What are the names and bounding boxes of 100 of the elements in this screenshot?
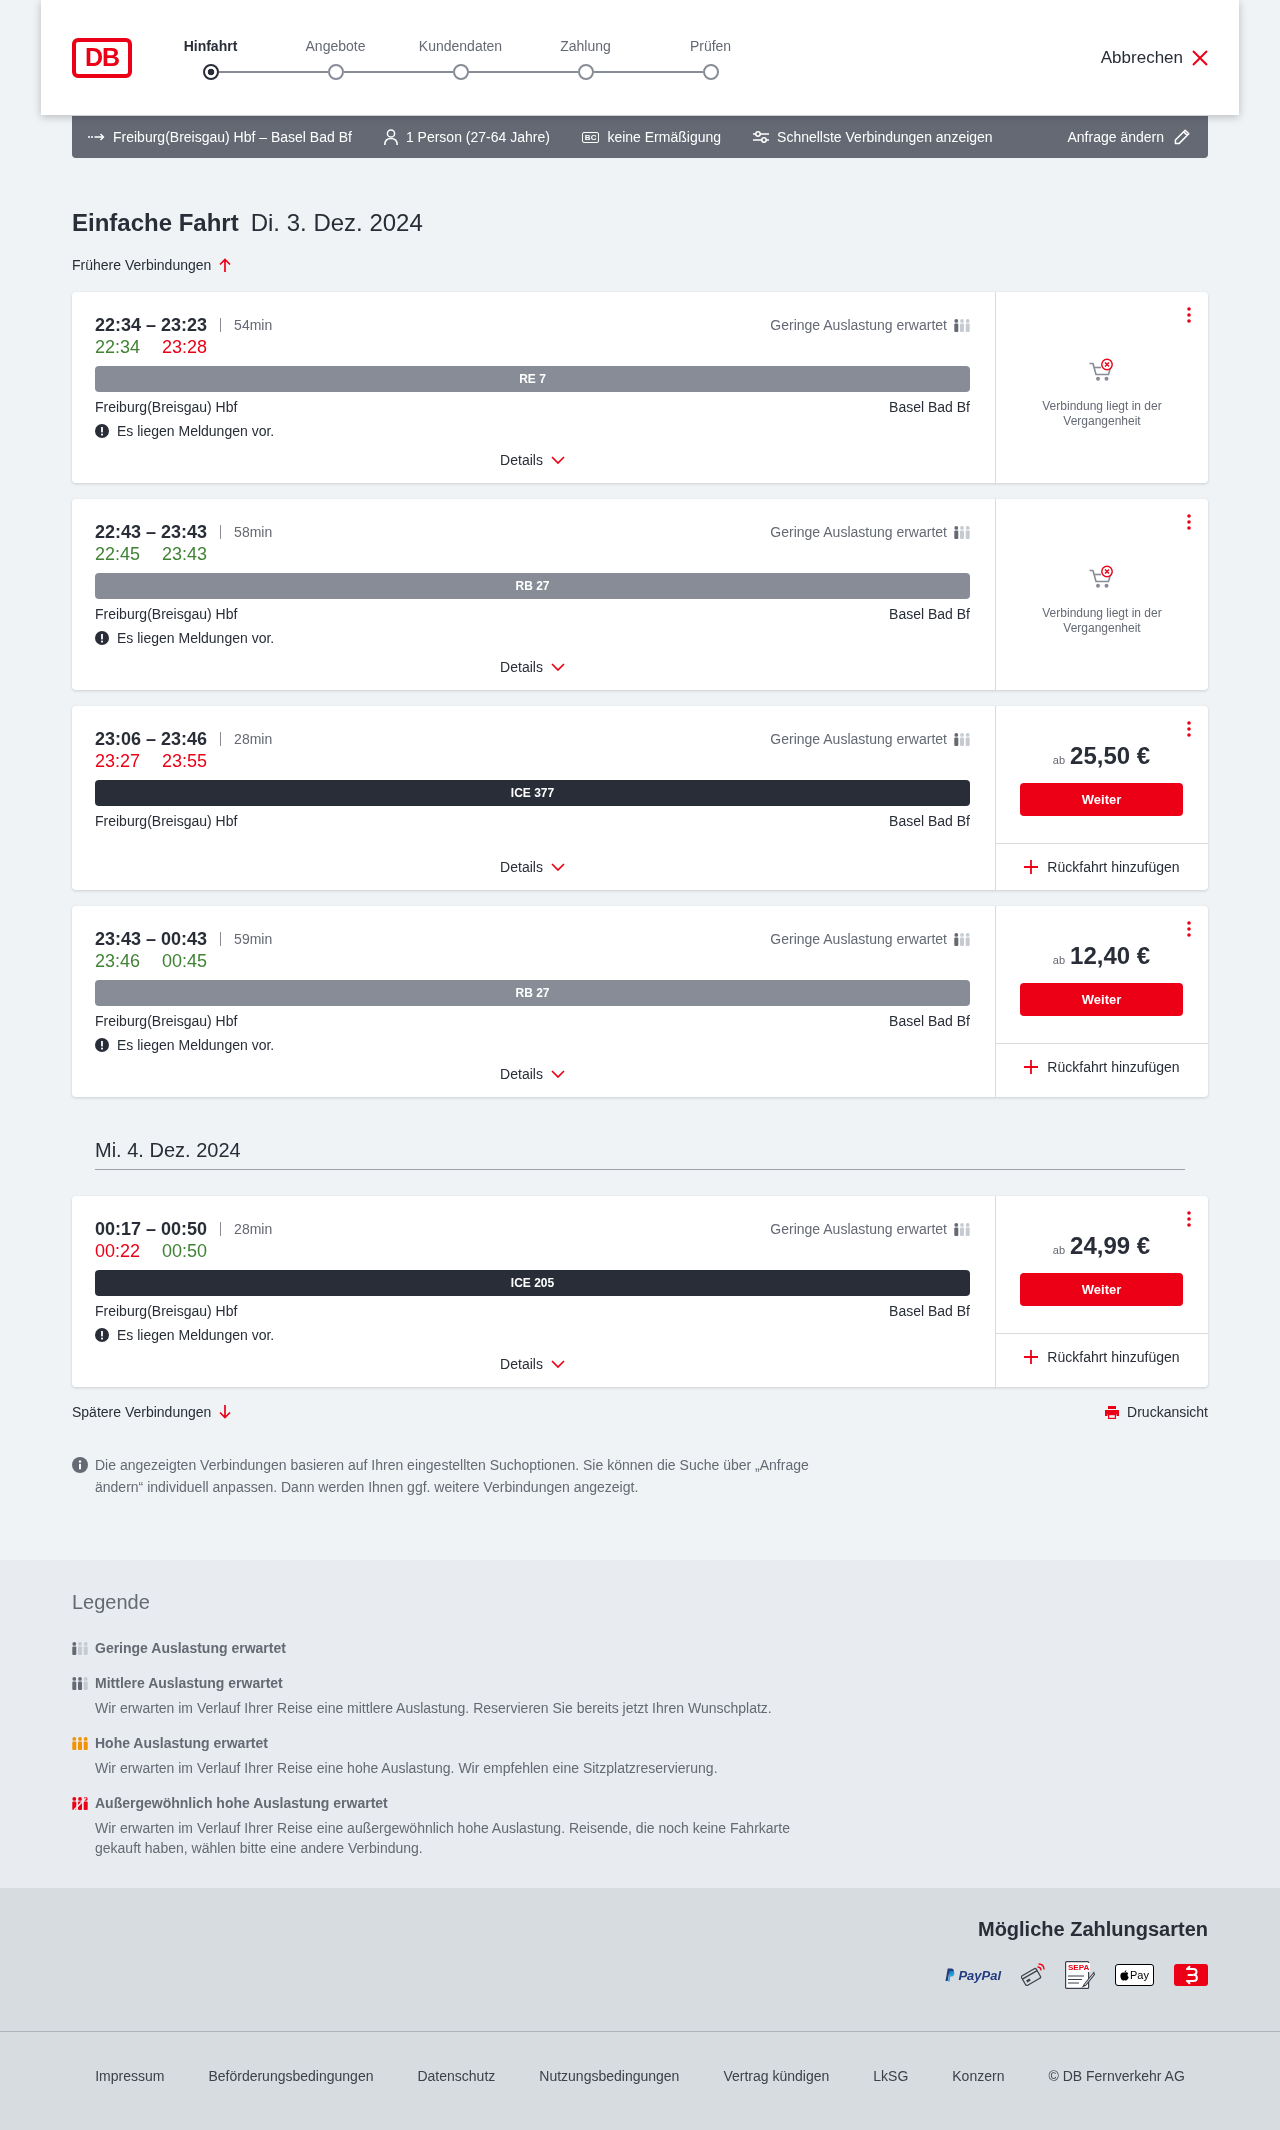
query-text: 1 Person (27-64 Jahre) — [405, 128, 550, 147]
price-amount: 24,99 € — [1070, 1231, 1151, 1261]
paypal-wordmark: PayPal — [958, 1967, 1002, 1983]
realtime-text: 22:45 — [95, 543, 141, 566]
date-heading: Mi. 4. Dez. 2024 — [95, 1136, 1185, 1170]
footer-link[interactable]: LkSG — [873, 2066, 909, 2086]
connection-times: 00:17 – 00:50 — [95, 1218, 208, 1240]
footer-link[interactable]: Impressum — [95, 2066, 165, 2086]
occupancy-icon — [72, 1676, 88, 1690]
more-options-icon — [1187, 307, 1191, 323]
pencil-icon — [1174, 129, 1190, 145]
plus-icon — [1024, 1060, 1039, 1074]
step-label: Hinfahrt — [183, 36, 238, 56]
details-button[interactable]: Details — [500, 657, 565, 677]
departure-station: Freiburg(Breisgau) Hbf — [95, 812, 238, 831]
occupancy-text: Geringe Auslastung erwartet — [770, 731, 947, 747]
message-text: Es liegen Meldungen vor. — [117, 1326, 275, 1345]
add-return-button[interactable]: Rückfahrt hinzufügen — [996, 1333, 1208, 1380]
exclamation-icon — [95, 631, 109, 645]
duration-text: 58min — [220, 525, 273, 539]
train-bar: RB 27 — [95, 980, 970, 1006]
legend-title: Legende — [72, 1590, 151, 1615]
occupancy-icon — [954, 732, 970, 746]
arrival-station: Basel Bad Bf — [889, 1302, 970, 1321]
footer-link[interactable]: Vertrag kündigen — [723, 2066, 830, 2086]
more-options-icon — [1187, 514, 1191, 530]
info-icon — [72, 1457, 88, 1473]
paypal-p-icon — [944, 1968, 956, 1982]
price-prefix: ab — [1052, 1244, 1066, 1256]
add-return-button[interactable]: Rückfahrt hinzufügen — [996, 843, 1208, 890]
past-connection-note: Verbindung liegt in der Vergangenheit — [1041, 399, 1163, 429]
legend-item-title: Mittlere Auslastung erwartet — [95, 1674, 284, 1693]
db-logo: DB — [72, 37, 132, 78]
continue-button[interactable]: Weiter — [1020, 1273, 1183, 1306]
footer-link[interactable]: Nutzungsbedingungen — [539, 2066, 680, 2086]
chevron-down-icon — [550, 1070, 565, 1078]
exclamation-icon — [95, 1038, 109, 1052]
printer-icon — [1105, 1405, 1120, 1419]
occupancy-text: Geringe Auslastung erwartet — [770, 317, 947, 333]
realtime-text: 00:50 — [162, 1240, 208, 1263]
chevron-down-icon — [550, 663, 565, 671]
legend-item-title: Außergewöhnlich hohe Auslastung erwartet — [95, 1794, 389, 1813]
legend-item-title: Geringe Auslastung erwartet — [95, 1639, 287, 1658]
realtime-text: 00:45 — [162, 950, 208, 973]
cancel-button[interactable]: Abbrechen — [1100, 47, 1208, 68]
footer-link[interactable]: Beförderungsbedingungen — [208, 2066, 374, 2086]
chevron-down-icon — [550, 863, 565, 871]
add-return-button[interactable]: Rückfahrt hinzufügen — [996, 1043, 1208, 1090]
plus-icon — [1024, 1350, 1039, 1364]
edit-query-button[interactable]: Anfrage ändern — [1067, 129, 1190, 145]
realtime-text: 23:28 — [162, 336, 208, 359]
realtime-text: 22:34 — [95, 336, 141, 359]
trip-type-title: Einfache Fahrt — [72, 208, 239, 238]
duration-text: 59min — [220, 932, 273, 946]
connection-times: 22:43 – 23:43 — [95, 521, 208, 543]
earlier-connections-button[interactable]: Frühere Verbindungen — [72, 255, 232, 275]
footer-link[interactable]: Datenschutz — [417, 2066, 496, 2086]
card-badge: BC — [581, 131, 600, 143]
payment-title: Mögliche Zahlungsarten — [977, 1917, 1208, 1942]
message-text: Es liegen Meldungen vor. — [117, 1036, 275, 1055]
price-prefix: ab — [1052, 954, 1066, 966]
arrival-station: Basel Bad Bf — [889, 605, 970, 624]
continue-button[interactable]: Weiter — [1020, 983, 1183, 1016]
details-button[interactable]: Details — [500, 1064, 565, 1084]
arrival-station: Basel Bad Bf — [889, 398, 970, 417]
details-button[interactable]: Details — [500, 1354, 565, 1374]
print-view-button[interactable]: Druckansicht — [1105, 1402, 1208, 1422]
continue-button[interactable]: Weiter — [1020, 783, 1183, 816]
dotted-arrow-icon — [88, 133, 105, 141]
sepa-label: SEPA — [1067, 1963, 1091, 1972]
arrival-station: Basel Bad Bf — [889, 1012, 970, 1031]
realtime-text: 23:43 — [162, 543, 208, 566]
occupancy-icon — [72, 1796, 88, 1810]
departure-station: Freiburg(Breisgau) Hbf — [95, 1012, 238, 1031]
details-button[interactable]: Details — [500, 450, 565, 470]
legend-item-text: Wir erwarten im Verlauf Ihrer Reise eine hohe Auslastung. Wir empfehlen eine Sitzplatzreservierung. — [95, 1759, 719, 1778]
travel-date: Di. 3. Dez. 2024 — [250, 208, 423, 238]
details-button[interactable]: Details — [500, 857, 565, 877]
plus-icon — [1024, 860, 1039, 874]
connection-times: 23:43 – 00:43 — [95, 928, 208, 950]
query-text: Schnellste Verbindungen anzeigen — [777, 128, 993, 147]
symbol-tile-icon — [1174, 1964, 1208, 1986]
footer-link[interactable]: Konzern — [952, 2066, 1005, 2086]
exclamation-icon — [95, 424, 109, 438]
chevron-down-icon — [550, 1360, 565, 1368]
train-bar: RE 7 — [95, 366, 970, 392]
occupancy-icon — [954, 932, 970, 946]
sliders-icon — [753, 131, 770, 143]
departure-station: Freiburg(Breisgau) Hbf — [95, 1302, 238, 1321]
realtime-text: 00:22 — [95, 1240, 141, 1263]
duration-text: 28min — [220, 732, 273, 746]
price-prefix: ab — [1052, 754, 1066, 766]
occupancy-icon — [954, 1222, 970, 1236]
later-connections-button[interactable]: Spätere Verbindungen — [72, 1402, 232, 1422]
departure-station: Freiburg(Breisgau) Hbf — [95, 398, 238, 417]
chevron-down-icon — [550, 456, 565, 464]
connection-times: 23:06 – 23:46 — [95, 728, 208, 750]
price-amount: 12,40 € — [1070, 941, 1151, 971]
message-text: Es liegen Meldungen vor. — [117, 629, 275, 648]
person-icon — [383, 129, 398, 145]
